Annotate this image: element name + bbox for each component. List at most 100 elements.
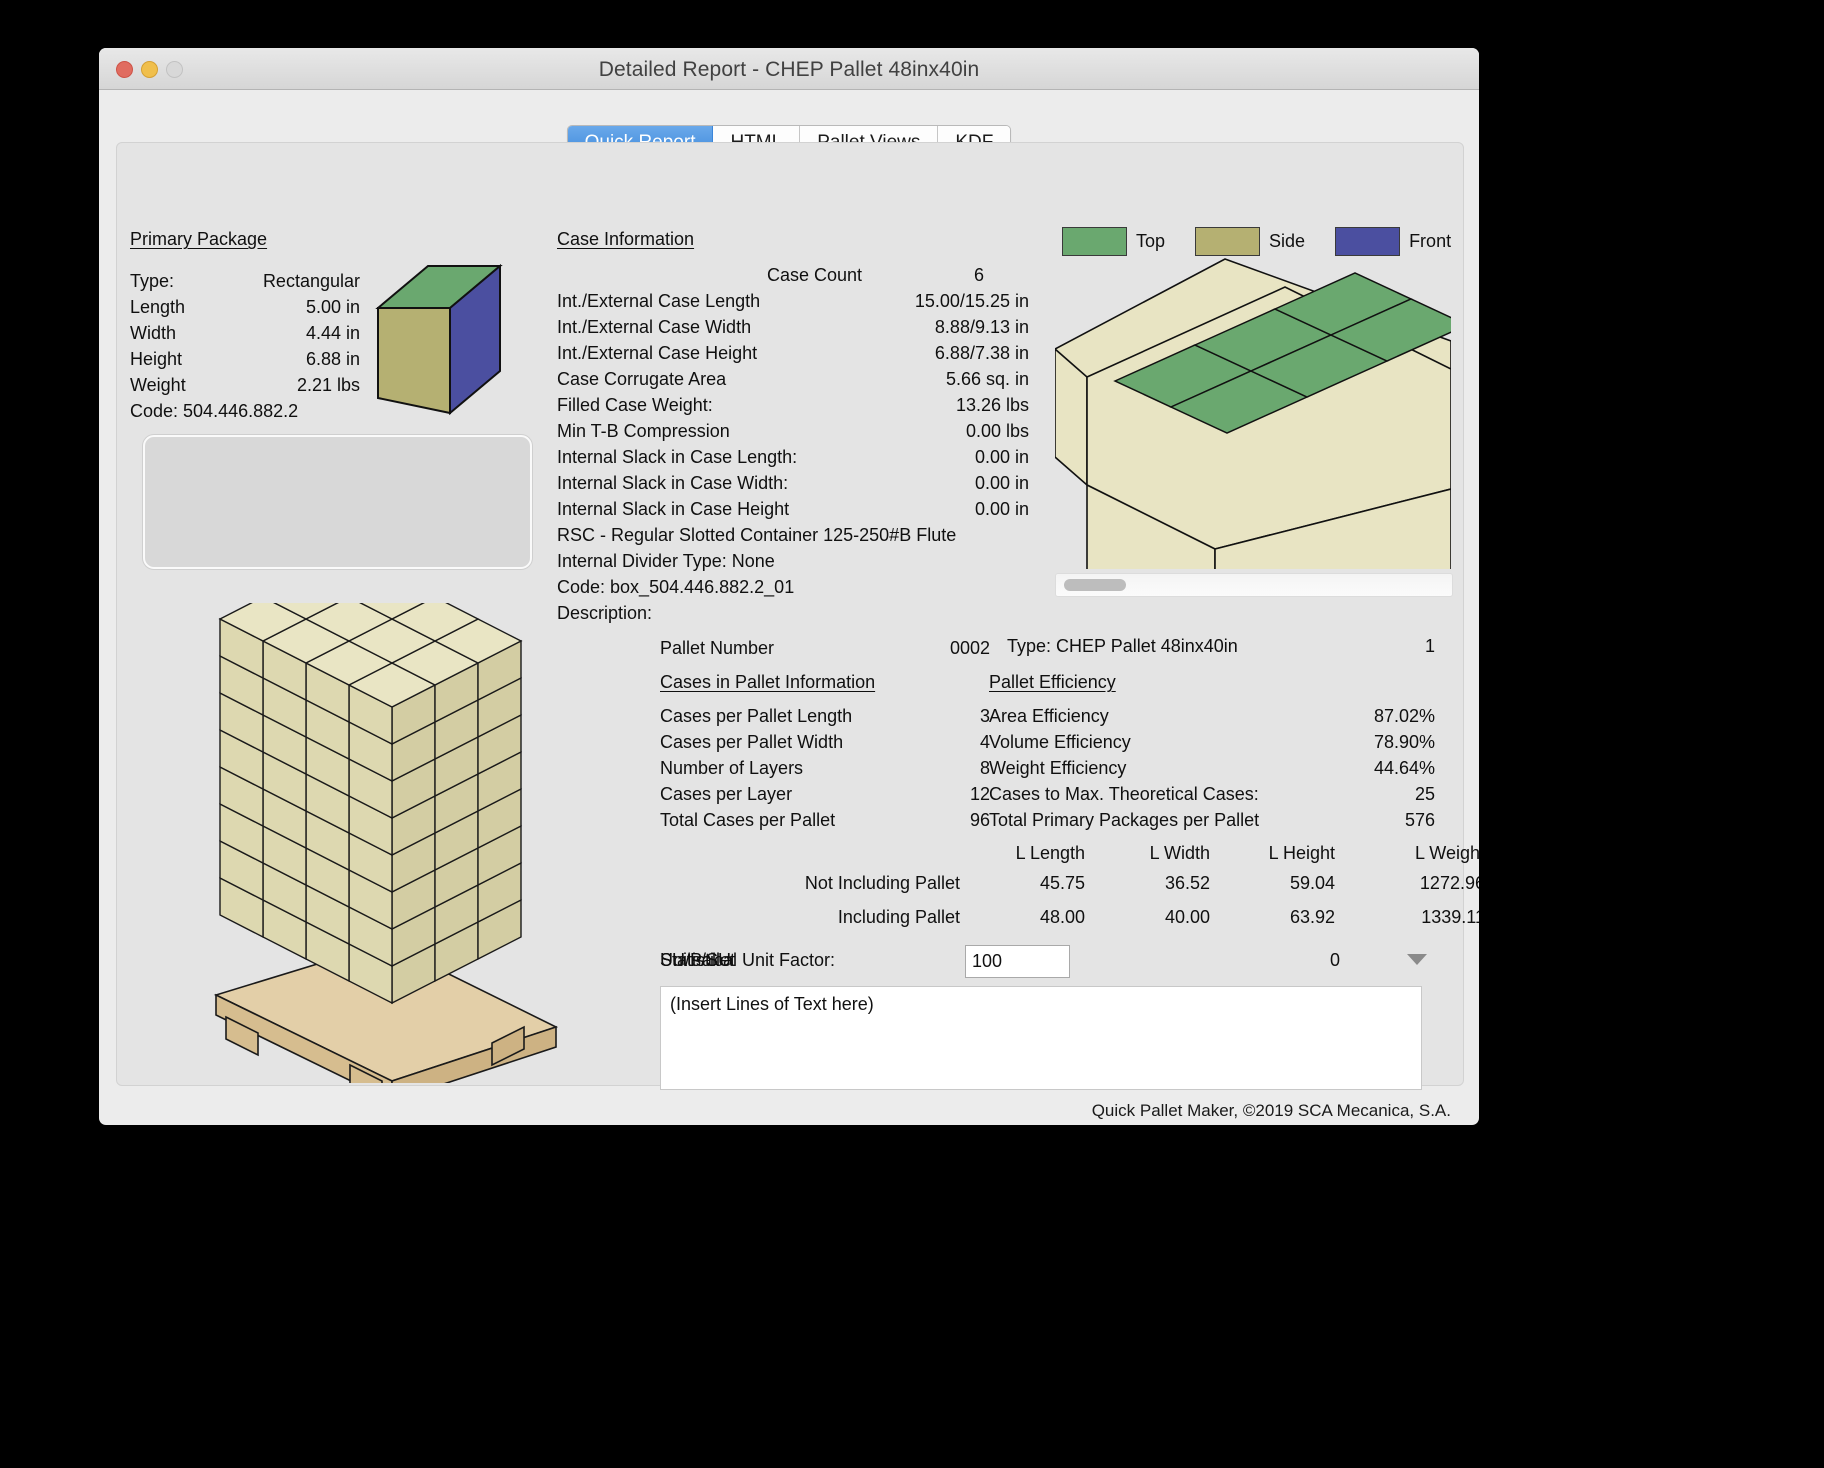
- table-row: Case Count 6: [557, 265, 1029, 291]
- row-value: 6.88 in: [305, 349, 360, 369]
- row-value: 0.00 lbs: [965, 421, 1029, 441]
- table-row: Case Corrugate Area 5.66 sq. in: [557, 369, 1029, 395]
- table-header-row: L Length L Width L Height L Weight: [660, 843, 1479, 873]
- table-row: Number of Layers 8: [660, 758, 990, 784]
- row-value: 36.52: [1164, 873, 1210, 893]
- cases-in-pallet-heading: Cases in Pallet Information: [660, 672, 876, 692]
- row-value: Rectangular: [262, 271, 360, 291]
- row-label: Internal Slack in Case Height: [557, 499, 790, 519]
- row-value: 96: [969, 810, 990, 830]
- row-label: Area Efficiency: [989, 706, 1109, 726]
- case-box-type: RSC - Regular Slotted Container 125-250#…: [557, 525, 957, 545]
- case-view-scrollbar[interactable]: [1055, 573, 1453, 597]
- row-label: Cases per Pallet Width: [660, 732, 844, 752]
- statistical-unit-factor-row: Statistical Unit Factor: Units/SU 0 SU/P…: [660, 945, 1435, 979]
- row-label: Total Cases per Pallet: [660, 810, 836, 830]
- footer-copyright: Quick Pallet Maker, ©2019 SCA Mecanica, …: [1091, 1101, 1451, 1120]
- load-dimensions-table: L Length L Width L Height L Weight Not I…: [660, 843, 1479, 941]
- case-3d-view[interactable]: [1055, 249, 1451, 569]
- report-panel: Primary Package Type: Rectangular Length…: [116, 142, 1479, 1120]
- row-value: 4.44 in: [305, 323, 360, 343]
- row-value: 59.04: [1289, 873, 1335, 893]
- pallet-number-label: Pallet Number: [660, 638, 775, 658]
- table-row: Filled Case Weight: 13.26 lbs: [557, 395, 1029, 421]
- su-per-pallet-value: 0: [1329, 950, 1340, 970]
- row-label: Case Count: [767, 265, 863, 285]
- row-value: 44.64%: [1373, 758, 1435, 778]
- column-header-l-length: L Length: [1015, 843, 1085, 863]
- table-row: Volume Efficiency 78.90%: [989, 732, 1435, 758]
- row-value: 87.02%: [1373, 706, 1435, 726]
- table-row: Area Efficiency 87.02%: [989, 706, 1435, 732]
- row-label: Number of Layers: [660, 758, 804, 778]
- row-value: 0.00 in: [974, 499, 1029, 519]
- table-row: Internal Slack in Case Length: 0.00 in: [557, 447, 1029, 473]
- table-row: Internal Slack in Case Height 0.00 in: [557, 499, 1029, 525]
- scrollbar-thumb[interactable]: [1064, 579, 1126, 591]
- row-value: 0.00 in: [974, 447, 1029, 467]
- row-label: Internal Slack in Case Length:: [557, 447, 798, 467]
- row-label: Volume Efficiency: [989, 732, 1131, 752]
- pallet-3d-view[interactable]: [202, 603, 682, 1105]
- row-label: Type:: [130, 271, 175, 291]
- row-label: Width: [130, 323, 177, 343]
- table-row: Internal Slack in Case Width: 0.00 in: [557, 473, 1029, 499]
- table-row: Cases per Pallet Width 4: [660, 732, 990, 758]
- row-value: 13.26 lbs: [955, 395, 1029, 415]
- table-row: Int./External Case Height 6.88/7.38 in: [557, 343, 1029, 369]
- table-row: Int./External Case Length 15.00/15.25 in: [557, 291, 1029, 317]
- pallet-number-value: 0002: [949, 638, 990, 658]
- window-title: Detailed Report - CHEP Pallet 48inx40in: [598, 58, 980, 81]
- table-row: Min T-B Compression 0.00 lbs: [557, 421, 1029, 447]
- row-label: Not Including Pallet: [804, 873, 960, 893]
- table-row: Weight Efficiency 44.64%: [989, 758, 1435, 784]
- row-label: Min T-B Compression: [557, 421, 730, 441]
- chevron-down-icon[interactable]: [1407, 954, 1427, 965]
- su-per-pallet-label: SU/Pallet: [660, 950, 736, 970]
- row-label: Cases to Max. Theoretical Cases:: [989, 784, 1259, 804]
- row-value: 15.00/15.25 in: [914, 291, 1029, 311]
- table-row: Length 5.00 in: [130, 297, 360, 323]
- row-label: Int./External Case Length: [557, 291, 761, 311]
- table-row: Height 6.88 in: [130, 349, 360, 375]
- cases-in-pallet-rows: Cases per Pallet Length 3 Cases per Pall…: [660, 706, 990, 836]
- row-label: Int./External Case Width: [557, 317, 752, 337]
- row-value: 45.75: [1039, 873, 1085, 893]
- row-label: Internal Slack in Case Width:: [557, 473, 789, 493]
- case-divider-type: Internal Divider Type: None: [557, 551, 775, 571]
- row-value: 5.66 sq. in: [945, 369, 1029, 389]
- table-row: Including Pallet 48.00 40.00 63.92 1339.…: [660, 907, 1479, 941]
- table-row: Cases per Layer 12: [660, 784, 990, 810]
- table-row: Not Including Pallet 45.75 36.52 59.04 1…: [660, 873, 1479, 907]
- row-label: Total Primary Packages per Pallet: [989, 810, 1260, 830]
- row-value: 25: [1414, 784, 1435, 804]
- pallet-case-stack: [218, 603, 523, 1005]
- row-value: 78.90%: [1373, 732, 1435, 752]
- row-label: Case Corrugate Area: [557, 369, 727, 389]
- row-value: 40.00: [1164, 907, 1210, 927]
- row-value: 8.88/9.13 in: [934, 317, 1029, 337]
- column-header-l-weight: L Weight: [1414, 843, 1479, 863]
- row-value: 576: [1404, 810, 1435, 830]
- row-value: 6.88/7.38 in: [934, 343, 1029, 363]
- primary-package-heading: Primary Package: [130, 229, 268, 249]
- primary-package-rows: Type: Rectangular Length 5.00 in Width 4…: [130, 271, 360, 401]
- row-value: 5.00 in: [305, 297, 360, 317]
- row-label: Filled Case Weight:: [557, 395, 713, 415]
- row-label: Weight Efficiency: [989, 758, 1127, 778]
- row-label: Including Pallet: [837, 907, 960, 927]
- column-header-l-width: L Width: [1149, 843, 1210, 863]
- row-label: Cases per Layer: [660, 784, 793, 804]
- row-label: Height: [130, 349, 183, 369]
- pallet-efficiency-rows: Area Efficiency 87.02% Volume Efficiency…: [989, 706, 1435, 836]
- case-information-rows: Case Count 6 Int./External Case Length 1…: [557, 265, 1029, 525]
- statistical-unit-factor-input[interactable]: [965, 945, 1070, 978]
- primary-package-code: Code: 504.446.882.2: [130, 401, 299, 421]
- primary-package-preview-box: [143, 435, 532, 569]
- table-row: Total Primary Packages per Pallet 576: [989, 810, 1435, 836]
- table-row: Type: Rectangular: [130, 271, 360, 297]
- notes-textarea[interactable]: (Insert Lines of Text here): [660, 986, 1422, 1090]
- row-value: 48.00: [1039, 907, 1085, 927]
- row-value: 1339.11: [1421, 907, 1479, 927]
- pallet-efficiency-heading: Pallet Efficiency: [989, 672, 1116, 692]
